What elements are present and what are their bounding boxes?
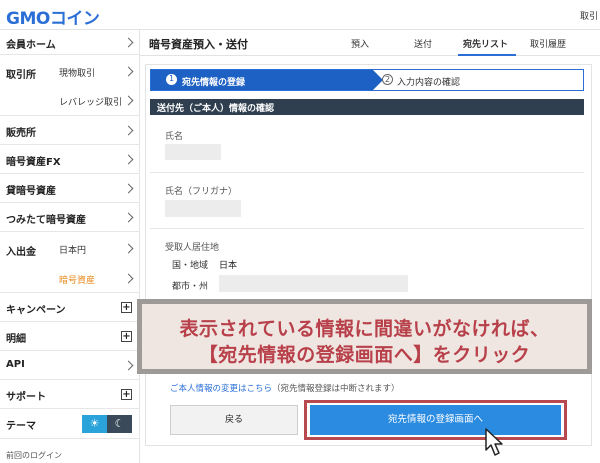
tab-send[interactable]: 送付 bbox=[414, 37, 432, 50]
sidebar-item-label: 会員ホーム bbox=[6, 40, 56, 51]
sidebar-item-member-home[interactable]: 会員ホーム bbox=[0, 30, 140, 55]
chevron-right-icon bbox=[123, 66, 134, 77]
sidebar-item-label: 暗号資産FX bbox=[6, 157, 61, 168]
chevron-right-icon bbox=[123, 273, 134, 284]
city-label: 都市・州 bbox=[172, 282, 209, 292]
sidebar-item-statements[interactable]: 明細 + bbox=[0, 322, 140, 351]
sidebar-subitem-crypto[interactable]: 暗号資産 bbox=[59, 273, 95, 286]
step-number: 1 bbox=[166, 74, 177, 85]
notice-text: ご本人情報の変更はこちら（宛先情報登録は中断されます） bbox=[170, 382, 400, 394]
sidebar-subitem-jpy[interactable]: 日本円 bbox=[59, 243, 86, 256]
chevron-right-icon bbox=[123, 243, 134, 254]
step-label: 宛先情報の登録 bbox=[182, 78, 246, 88]
address-label: 受取人居住地 bbox=[165, 243, 220, 253]
sidebar-item-exchange: 取引所 現物取引 レバレッジ取引 bbox=[0, 55, 140, 116]
city-value-masked bbox=[219, 275, 408, 292]
active-tab-indicator bbox=[458, 54, 516, 56]
tab-deposit[interactable]: 預入 bbox=[351, 37, 369, 50]
notice-note: （宛先情報登録は中断されます） bbox=[272, 384, 400, 394]
sidebar-item-deposit-withdraw: 入出金 日本円 暗号資産 bbox=[0, 232, 140, 293]
last-login-label: 前回のログイン bbox=[6, 451, 62, 460]
sidebar-item-label: キャンペーン bbox=[6, 305, 66, 316]
sidebar-item-label: サポート bbox=[6, 392, 46, 403]
header-trade-link[interactable]: 取引 bbox=[580, 9, 598, 22]
sidebar-item-label: 入出金 bbox=[6, 247, 36, 258]
sidebar-item-theme: テーマ ☀ ☾ bbox=[0, 409, 140, 439]
sidebar: 会員ホーム 取引所 現物取引 レバレッジ取引 販売所 暗号資産FX 貸暗号資産 … bbox=[0, 30, 140, 463]
chevron-right-icon bbox=[123, 360, 134, 371]
sidebar-item-accumulation[interactable]: つみたて暗号資産 bbox=[0, 203, 140, 232]
kana-value-masked bbox=[165, 200, 241, 217]
tab-history[interactable]: 取引履歴 bbox=[530, 37, 566, 50]
sidebar-item-support[interactable]: サポート + bbox=[0, 380, 140, 409]
callout-line-1: 表示されている情報に間違いがなければ、 bbox=[179, 318, 550, 340]
sidebar-item-api[interactable]: API bbox=[0, 351, 140, 380]
step-label: 入力内容の確認 bbox=[397, 78, 461, 88]
theme-toggle[interactable]: ☀ ☾ bbox=[82, 415, 132, 433]
chevron-right-icon bbox=[123, 183, 134, 194]
chevron-right-icon bbox=[123, 154, 134, 165]
instruction-callout: 表示されている情報に間違いがなければ、 【宛先情報の登録画面へ】をクリック bbox=[137, 299, 592, 374]
sidebar-item-crypto-fx[interactable]: 暗号資産FX bbox=[0, 145, 140, 174]
expand-plus-icon[interactable]: + bbox=[121, 331, 132, 342]
chevron-right-icon bbox=[123, 37, 134, 48]
page-title: 暗号資産預入・送付 bbox=[149, 38, 248, 51]
divider bbox=[150, 172, 584, 173]
country-value: 日本 bbox=[219, 261, 238, 271]
sidebar-item-label: API bbox=[6, 359, 25, 370]
section-title: 送付先（ご本人）情報の確認 bbox=[157, 104, 275, 114]
back-button[interactable]: 戻る bbox=[170, 405, 298, 435]
kana-label: 氏名（フリガナ） bbox=[165, 187, 238, 197]
sidebar-item-label: 明細 bbox=[6, 334, 26, 345]
step-number: 2 bbox=[382, 74, 393, 85]
top-bar: GMOコイン 取引 bbox=[0, 0, 600, 30]
name-value-masked bbox=[165, 144, 221, 160]
section-header: 送付先（ご本人）情報の確認 bbox=[150, 99, 584, 115]
sun-icon[interactable]: ☀ bbox=[82, 415, 107, 433]
sidebar-item-label: 貸暗号資産 bbox=[6, 186, 56, 197]
gmo-coin-logo[interactable]: GMOコイン bbox=[6, 4, 100, 29]
sidebar-item-label: 取引所 bbox=[6, 70, 36, 81]
sidebar-item-label: 販売所 bbox=[6, 128, 36, 139]
expand-plus-icon[interactable]: + bbox=[121, 389, 132, 400]
sidebar-item-label: テーマ bbox=[6, 421, 36, 432]
main-header: 暗号資産預入・送付 預入 送付 宛先リスト 取引履歴 bbox=[140, 30, 600, 56]
country-label: 国・地域 bbox=[172, 261, 209, 271]
chevron-right-icon bbox=[123, 212, 134, 223]
moon-icon[interactable]: ☾ bbox=[107, 415, 132, 433]
chevron-right-icon bbox=[123, 95, 134, 106]
sidebar-subitem-leverage[interactable]: レバレッジ取引 bbox=[59, 95, 122, 108]
callout-line-2: 【宛先情報の登録画面へ】をクリック bbox=[198, 344, 531, 366]
tab-address-list[interactable]: 宛先リスト bbox=[463, 37, 508, 50]
expand-plus-icon[interactable]: + bbox=[121, 302, 132, 313]
sidebar-item-lending[interactable]: 貸暗号資産 bbox=[0, 174, 140, 203]
sidebar-subitem-spot[interactable]: 現物取引 bbox=[59, 66, 95, 79]
go-to-registration-button[interactable]: 宛先情報の登録画面へ bbox=[310, 405, 561, 435]
name-label: 氏名 bbox=[165, 132, 184, 142]
divider bbox=[150, 228, 584, 229]
sidebar-item-campaign[interactable]: キャンペーン + bbox=[0, 293, 140, 322]
sidebar-item-label: つみたて暗号資産 bbox=[6, 215, 86, 226]
step-progress: 1 宛先情報の登録 2 入力内容の確認 bbox=[150, 69, 584, 91]
change-info-link[interactable]: ご本人情報の変更はこちら bbox=[170, 384, 272, 394]
chevron-right-icon bbox=[123, 125, 134, 136]
step-1: 1 宛先情報の登録 bbox=[151, 70, 373, 90]
mouse-cursor-icon bbox=[485, 428, 503, 456]
sidebar-item-retail[interactable]: 販売所 bbox=[0, 116, 140, 145]
